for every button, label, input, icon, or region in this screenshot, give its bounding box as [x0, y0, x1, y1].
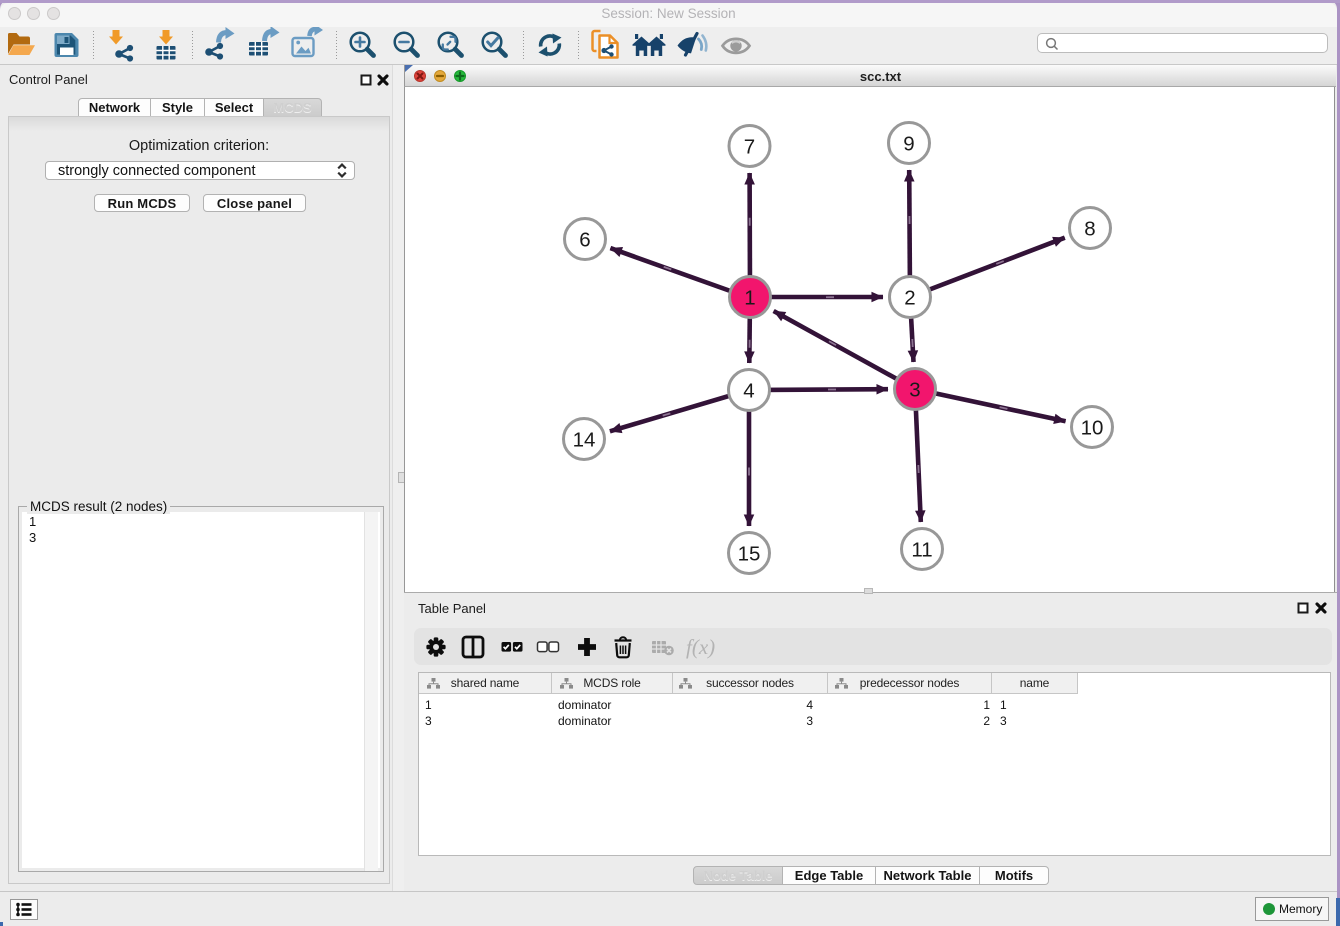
svg-text:4: 4	[743, 380, 754, 403]
svg-text:6: 6	[579, 229, 590, 252]
svg-text:1: 1	[744, 287, 755, 310]
svg-text:9: 9	[903, 133, 914, 156]
svg-text:10: 10	[1081, 417, 1104, 440]
svg-text:11: 11	[911, 539, 932, 562]
svg-text:3: 3	[909, 379, 920, 402]
svg-text:15: 15	[738, 543, 761, 566]
svg-text:2: 2	[904, 287, 915, 310]
svg-text:8: 8	[1084, 218, 1095, 241]
svg-text:14: 14	[573, 429, 596, 452]
svg-text:f(x): f(x)	[686, 635, 715, 659]
svg-text:7: 7	[744, 136, 755, 159]
